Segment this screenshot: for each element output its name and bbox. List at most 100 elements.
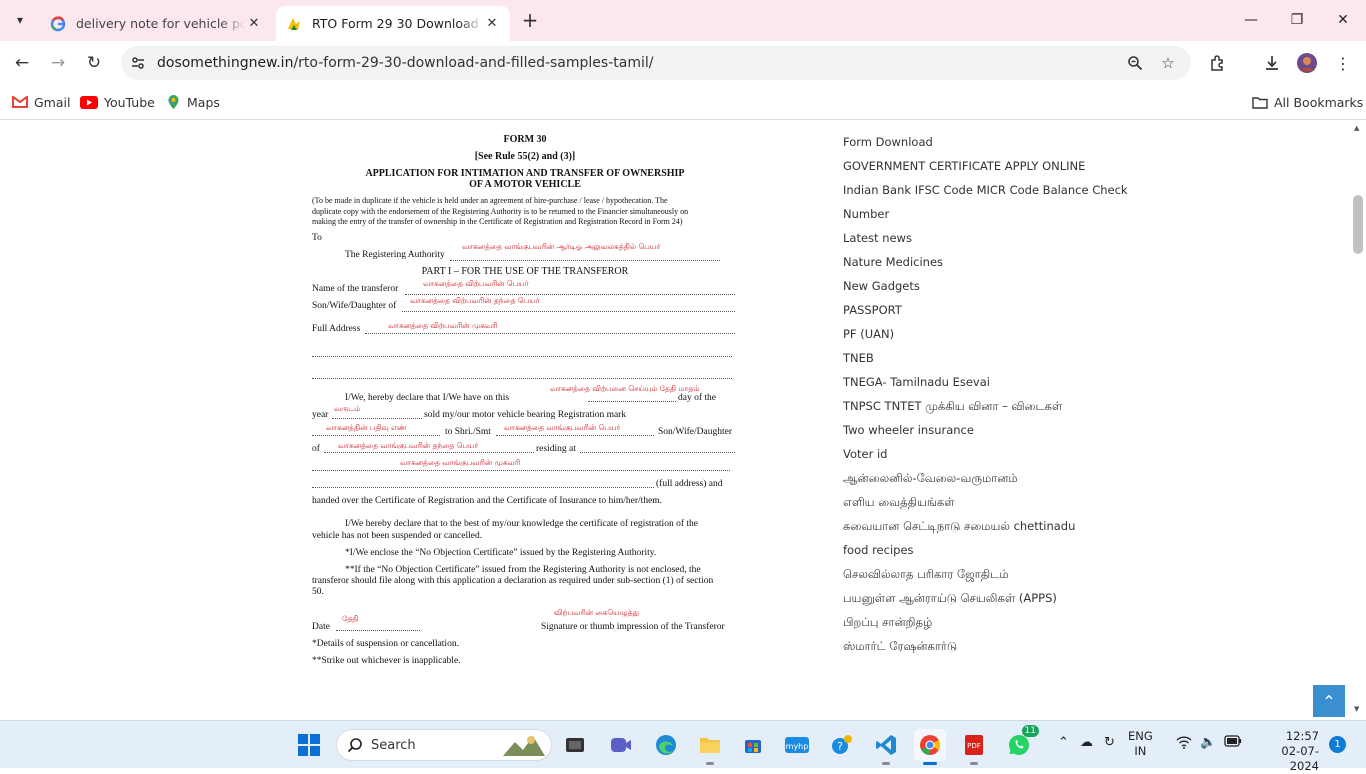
- form-declaration: (full address) and: [656, 479, 723, 489]
- store-icon[interactable]: [737, 729, 769, 761]
- chevron-up-icon[interactable]: ⌃: [1058, 735, 1069, 750]
- bookmark-maps[interactable]: Maps: [166, 92, 220, 112]
- scrollbar-thumb[interactable]: [1353, 195, 1363, 254]
- vertical-scrollbar[interactable]: ▲ ▼: [1350, 120, 1366, 720]
- sidebar-link[interactable]: TNEGA- Tamilnadu Esevai: [843, 370, 1143, 394]
- edge-icon[interactable]: [650, 729, 682, 761]
- all-bookmarks-button[interactable]: All Bookmarks: [1252, 92, 1363, 112]
- meet-icon[interactable]: [605, 729, 637, 761]
- back-icon[interactable]: ←: [10, 51, 34, 75]
- clock[interactable]: 12:57 02-07-2024: [1276, 729, 1319, 774]
- whatsapp-icon[interactable]: 11: [1003, 725, 1039, 761]
- notification-badge[interactable]: 1: [1329, 736, 1346, 753]
- forward-icon[interactable]: →: [46, 51, 70, 75]
- back-to-top-button[interactable]: ⌃: [1313, 685, 1345, 717]
- maps-icon: [166, 94, 181, 110]
- running-indicator: [882, 762, 890, 765]
- start-button[interactable]: [293, 729, 325, 761]
- minimize-icon[interactable]: —: [1228, 0, 1274, 40]
- zoom-icon[interactable]: [1125, 53, 1145, 73]
- annotation-buyer-address: வாகனத்தை வாங்குபவரின் முகவரி: [400, 458, 521, 467]
- annotation-year: வருடம்: [334, 404, 361, 413]
- profile-avatar[interactable]: [1295, 51, 1319, 75]
- form-declaration: to Shri./Smt: [445, 427, 491, 437]
- reload-icon[interactable]: ↻: [82, 51, 106, 75]
- volume-icon[interactable]: 🔈: [1200, 735, 1216, 750]
- task-view-icon[interactable]: [559, 729, 591, 761]
- form-signature-label: Signature or thumb impression of the Tra…: [541, 622, 725, 632]
- file-explorer-icon[interactable]: [694, 729, 726, 765]
- vscode-icon[interactable]: [870, 729, 902, 765]
- restore-icon[interactable]: ❐: [1274, 0, 1320, 40]
- scroll-down-icon[interactable]: ▼: [1354, 705, 1359, 713]
- bookmark-gmail[interactable]: Gmail: [12, 92, 70, 112]
- annotation-reg-no: வாகனத்தின் பதிவு எண்: [326, 423, 407, 432]
- running-indicator: [970, 762, 978, 765]
- battery-icon[interactable]: [1224, 735, 1242, 751]
- sidebar-link[interactable]: Indian Bank IFSC Code MICR Code Balance …: [843, 178, 1143, 202]
- sidebar-link[interactable]: ஆன்லைனில்-வேலை-வருமானம்: [843, 466, 1143, 490]
- sidebar-link[interactable]: பயனுள்ள ஆன்ராய்டு செயலிகள் (APPS): [843, 586, 1143, 610]
- annotation-seller-name: வாகனத்தை விற்பவரின் பெயர்: [423, 279, 529, 288]
- form-declaration-2: vehicle has not been suspended or cancel…: [312, 531, 483, 541]
- svg-text:?: ?: [837, 740, 843, 753]
- tab-search-button[interactable]: ▾: [8, 8, 32, 32]
- new-tab-button[interactable]: +: [518, 8, 542, 32]
- sync-icon[interactable]: ↻: [1104, 735, 1115, 750]
- sidebar-link[interactable]: செலவில்லாத பரிகார ஜோதிடம்: [843, 562, 1143, 586]
- chrome-icon[interactable]: [914, 729, 946, 765]
- sidebar-link[interactable]: பிறப்பு சான்றிதழ்: [843, 610, 1143, 634]
- url-path: /rto-form-29-30-download-and-filled-samp…: [293, 55, 654, 71]
- form-dots: [332, 418, 422, 419]
- language-indicator[interactable]: ENG IN: [1128, 729, 1153, 759]
- weather-icon[interactable]: ☁: [1080, 735, 1093, 750]
- sidebar-link[interactable]: Two wheeler insurance: [843, 418, 1143, 442]
- window-close-icon[interactable]: ✕: [1320, 0, 1366, 40]
- tab-rto-form[interactable]: RTO Form 29 30 Download And ✕: [276, 6, 510, 41]
- search-icon: [347, 737, 363, 753]
- form-declaration: Son/Wife/Daughter: [658, 427, 733, 437]
- sidebar-link[interactable]: food recipes: [843, 538, 1143, 562]
- sidebar-link[interactable]: PF (UAN): [843, 322, 1143, 346]
- form-note: (To be made in duplicate if the vehicle …: [312, 196, 668, 205]
- form30-image: FORM 30 [See Rule 55(2) and (3)] APPLICA…: [300, 120, 750, 680]
- bookmark-label: Gmail: [34, 94, 71, 110]
- bookmark-star-icon[interactable]: ☆: [1158, 53, 1178, 73]
- sidebar-link[interactable]: TNEB: [843, 346, 1143, 370]
- extensions-icon[interactable]: [1206, 51, 1230, 75]
- sidebar-link[interactable]: New Gadgets: [843, 274, 1143, 298]
- sidebar-link[interactable]: Voter id: [843, 442, 1143, 466]
- bookmark-youtube[interactable]: YouTube: [80, 92, 155, 112]
- sidebar-link[interactable]: PASSPORT: [843, 298, 1143, 322]
- close-icon[interactable]: ✕: [484, 16, 500, 32]
- sidebar-link[interactable]: Nature Medicines: [843, 250, 1143, 274]
- form-dots: [312, 435, 440, 436]
- form-dots: [365, 333, 735, 334]
- help-icon[interactable]: ?: [826, 729, 858, 761]
- site-info-icon[interactable]: [129, 54, 147, 72]
- wifi-icon[interactable]: [1176, 735, 1192, 753]
- sidebar-link[interactable]: TNPSC TNTET முக்கிய வினா – விடைகள்: [843, 394, 1143, 418]
- hp-icon[interactable]: myhp: [781, 729, 813, 761]
- form-to: To: [312, 233, 322, 243]
- form-declaration: year: [312, 410, 329, 420]
- sidebar-link[interactable]: Number: [843, 202, 1143, 226]
- download-icon[interactable]: [1260, 51, 1284, 75]
- url-text[interactable]: dosomethingnew.in/rto-form-29-30-downloa…: [157, 55, 653, 71]
- tab-google-search[interactable]: delivery note for vehicle pdf - G ✕: [40, 6, 272, 41]
- form-note: duplicate copy with the endorsement of t…: [312, 207, 689, 216]
- close-icon[interactable]: ✕: [246, 16, 262, 32]
- sidebar-link[interactable]: சுவையான செட்டிநாடு சமையல் chettinadu: [843, 514, 1143, 538]
- sidebar-link[interactable]: Form Download: [843, 130, 1143, 154]
- url-host: dosomethingnew.in: [157, 55, 294, 71]
- form-details: *Details of suspension or cancellation.: [312, 639, 459, 649]
- sidebar-link[interactable]: ஸ்மார்ட் ரேஷன்கார்டு: [843, 634, 1143, 658]
- pdf-editor-icon[interactable]: PDF: [958, 729, 990, 765]
- menu-icon[interactable]: ⋮: [1331, 51, 1355, 75]
- taskbar-search[interactable]: Search: [336, 729, 552, 761]
- address-bar[interactable]: dosomethingnew.in/rto-form-29-30-downloa…: [121, 46, 1191, 80]
- sidebar-link[interactable]: எளிய வைத்தியங்கள்: [843, 490, 1143, 514]
- sidebar-link[interactable]: Latest news: [843, 226, 1143, 250]
- scroll-up-icon[interactable]: ▲: [1354, 124, 1359, 132]
- sidebar-link[interactable]: GOVERNMENT CERTIFICATE APPLY ONLINE: [843, 154, 1143, 178]
